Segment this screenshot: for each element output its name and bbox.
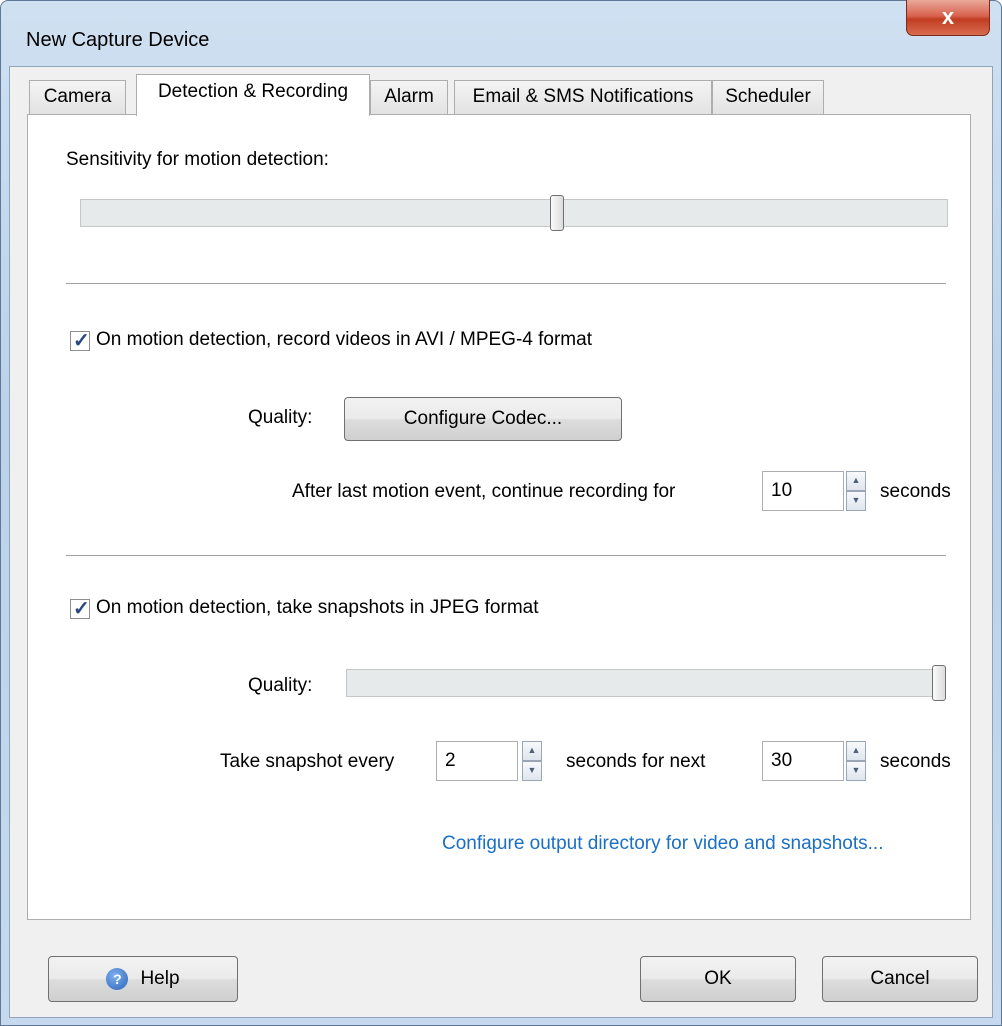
checkmark-icon: ✓ — [73, 330, 90, 352]
configure-output-directory-link[interactable]: Configure output directory for video and… — [442, 833, 883, 855]
continue-seconds-spinner[interactable]: ▲ ▼ — [846, 471, 866, 511]
spin-down-icon[interactable]: ▼ — [522, 761, 542, 781]
tab-alarm[interactable]: Alarm — [370, 80, 448, 114]
close-icon: x — [941, 4, 955, 29]
sensitivity-label: Sensitivity for motion detection: — [66, 149, 329, 170]
sensitivity-slider-thumb[interactable] — [549, 195, 564, 231]
continue-seconds-input[interactable]: 10 — [762, 471, 844, 511]
tab-panel: Sensitivity for motion detection: ✓ On m… — [27, 114, 971, 920]
record-video-checkbox[interactable]: ✓ — [70, 330, 90, 352]
snapshot-every-spinner[interactable]: ▲ ▼ — [522, 741, 542, 781]
snapshot-duration-input[interactable]: 30 — [762, 741, 844, 781]
ok-button[interactable]: OK — [640, 956, 796, 1002]
snapshot-quality-slider-thumb[interactable] — [932, 665, 946, 701]
video-quality-label: Quality: — [248, 407, 313, 428]
take-snapshots-checkbox[interactable]: ✓ — [70, 598, 90, 620]
snapshot-every-label: Take snapshot every — [220, 751, 395, 772]
seconds-for-next-label: seconds for next — [566, 751, 706, 772]
spin-up-icon[interactable]: ▲ — [522, 741, 542, 761]
continue-seconds-unit: seconds — [880, 481, 951, 502]
snapshot-quality-slider-track[interactable] — [346, 669, 946, 697]
tab-email-sms[interactable]: Email & SMS Notifications — [454, 80, 712, 114]
window-title: New Capture Device — [26, 29, 210, 51]
checkmark-icon: ✓ — [73, 598, 90, 620]
configure-codec-button[interactable]: Configure Codec... — [344, 397, 622, 441]
help-icon: ? — [106, 967, 129, 990]
tab-scheduler[interactable]: Scheduler — [712, 80, 824, 114]
separator — [66, 555, 946, 556]
sensitivity-slider-track[interactable] — [80, 199, 948, 227]
snapshot-duration-spinner[interactable]: ▲ ▼ — [846, 741, 866, 781]
spin-up-icon[interactable]: ▲ — [846, 471, 866, 491]
snapshot-duration-unit: seconds — [880, 751, 951, 772]
separator — [66, 283, 946, 284]
spin-down-icon[interactable]: ▼ — [846, 491, 866, 511]
snapshot-every-input[interactable]: 2 — [436, 741, 518, 781]
spin-up-icon[interactable]: ▲ — [846, 741, 866, 761]
help-button[interactable]: ? Help — [48, 956, 238, 1002]
cancel-button[interactable]: Cancel — [822, 956, 978, 1002]
tab-detection-recording[interactable]: Detection & Recording — [136, 74, 370, 116]
help-button-label: Help — [140, 968, 180, 989]
take-snapshots-label: On motion detection, take snapshots in J… — [96, 597, 539, 618]
close-button[interactable]: x — [906, 0, 990, 36]
record-video-label: On motion detection, record videos in AV… — [96, 329, 592, 350]
tab-camera[interactable]: Camera — [29, 80, 126, 114]
snapshot-quality-label: Quality: — [248, 675, 313, 696]
spin-down-icon[interactable]: ▼ — [846, 761, 866, 781]
continue-recording-label: After last motion event, continue record… — [292, 481, 676, 502]
